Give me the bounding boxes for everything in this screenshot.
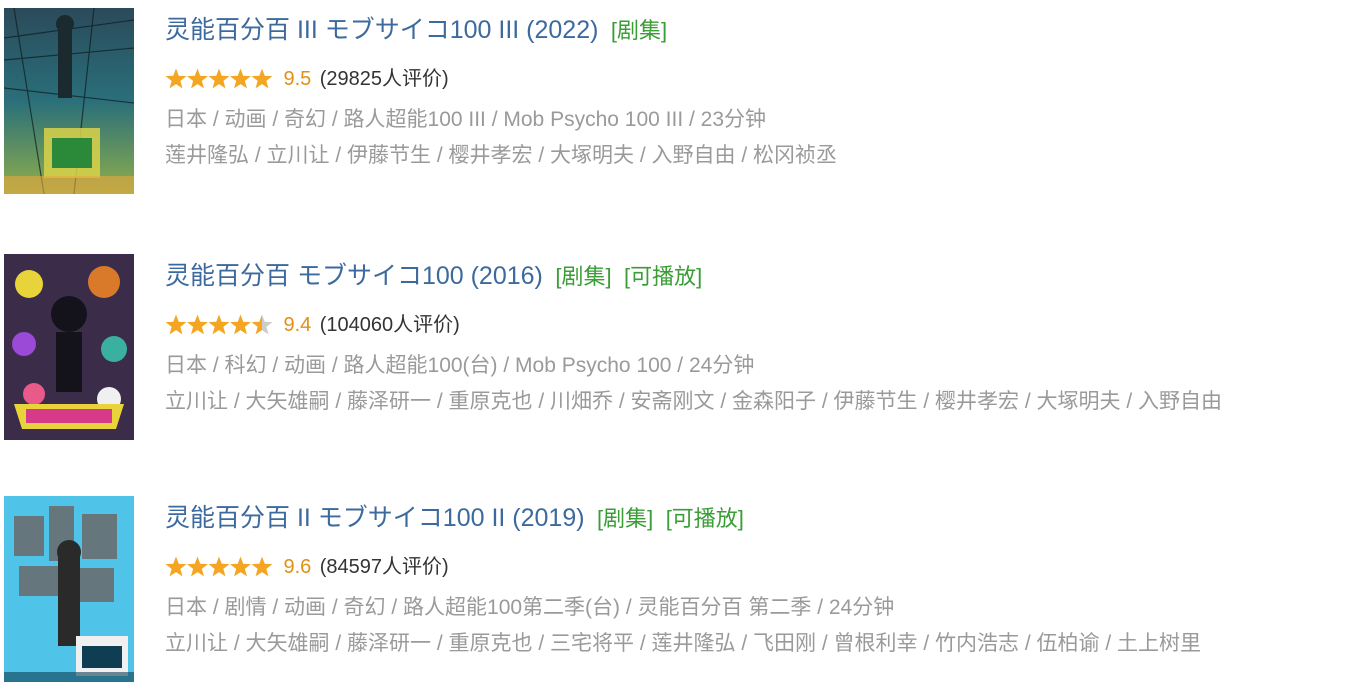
- meta-info: 日本 / 动画 / 奇幻 / 路人超能100 III / Mob Psycho …: [165, 108, 767, 131]
- poster-image[interactable]: [4, 254, 134, 440]
- list-item: 灵能百分百 モブサイコ100 (2016) [剧集] [可播放] 9.4 (10…: [0, 254, 1356, 444]
- star-icon: [165, 68, 187, 89]
- star-icon: [230, 314, 251, 335]
- rating-score: 9.5: [283, 68, 312, 90]
- tag-series[interactable]: [剧集]: [611, 18, 667, 43]
- star-icon: [251, 556, 273, 577]
- list-item: 灵能百分百 II モブサイコ100 II (2019) [剧集] [可播放] 9…: [0, 496, 1356, 686]
- star-icon: [208, 314, 230, 335]
- cast-info: 立川让 / 大矢雄嗣 / 藤泽研一 / 重原克也 / 川畑乔 / 安斋刚文 / …: [165, 390, 1223, 413]
- rating: 9.4 (104060人评价): [165, 308, 1348, 342]
- rating-count: (104060人评价): [319, 314, 460, 336]
- rating: 9.6 (84597人评价): [165, 550, 1348, 584]
- poster-image[interactable]: [4, 496, 134, 682]
- star-icon: [187, 68, 208, 89]
- meta-info: 日本 / 科幻 / 动画 / 路人超能100(台) / Mob Psycho 1…: [165, 354, 755, 377]
- rating-score: 9.6: [283, 556, 312, 578]
- star-icon: [230, 68, 251, 89]
- rating-count: (84597人评价): [319, 556, 449, 578]
- tag-playable[interactable]: [可播放]: [624, 264, 702, 289]
- star-rating-icon: [165, 68, 273, 90]
- meta-info: 日本 / 剧情 / 动画 / 奇幻 / 路人超能100第二季(台) / 灵能百分…: [165, 596, 895, 619]
- rating-count: (29825人评价): [319, 68, 449, 90]
- cast-info: 立川让 / 大矢雄嗣 / 藤泽研一 / 重原克也 / 三宅将平 / 莲井隆弘 /…: [165, 632, 1202, 655]
- rating: 9.5 (29825人评价): [165, 62, 1348, 96]
- tag-series[interactable]: [剧集]: [597, 506, 653, 531]
- star-icon: [165, 556, 187, 577]
- star-rating-icon: [165, 556, 273, 578]
- star-icon: [230, 556, 251, 577]
- star-icon: [208, 556, 230, 577]
- star-icon: [208, 68, 230, 89]
- title-link[interactable]: 灵能百分百 II モブサイコ100 II (2019): [165, 504, 585, 532]
- star-icon: [165, 314, 187, 335]
- star-icon: [251, 68, 273, 89]
- star-rating-icon: [165, 314, 273, 336]
- title-link[interactable]: 灵能百分百 モブサイコ100 (2016): [165, 262, 543, 290]
- star-icon: [187, 556, 208, 577]
- result-list: 灵能百分百 III モブサイコ100 III (2022) [剧集] 9.5 (…: [0, 0, 1356, 694]
- cast-info: 莲井隆弘 / 立川让 / 伊藤节生 / 樱井孝宏 / 大塚明夫 / 入野自由 /…: [165, 144, 838, 167]
- tag-series[interactable]: [剧集]: [555, 264, 611, 289]
- star-icon: [251, 314, 273, 335]
- poster-image[interactable]: [4, 8, 134, 194]
- title-link[interactable]: 灵能百分百 III モブサイコ100 III (2022): [165, 16, 598, 44]
- star-icon: [187, 314, 208, 335]
- list-item: 灵能百分百 III モブサイコ100 III (2022) [剧集] 9.5 (…: [0, 8, 1356, 198]
- tag-playable[interactable]: [可播放]: [666, 506, 744, 531]
- rating-score: 9.4: [283, 314, 312, 336]
